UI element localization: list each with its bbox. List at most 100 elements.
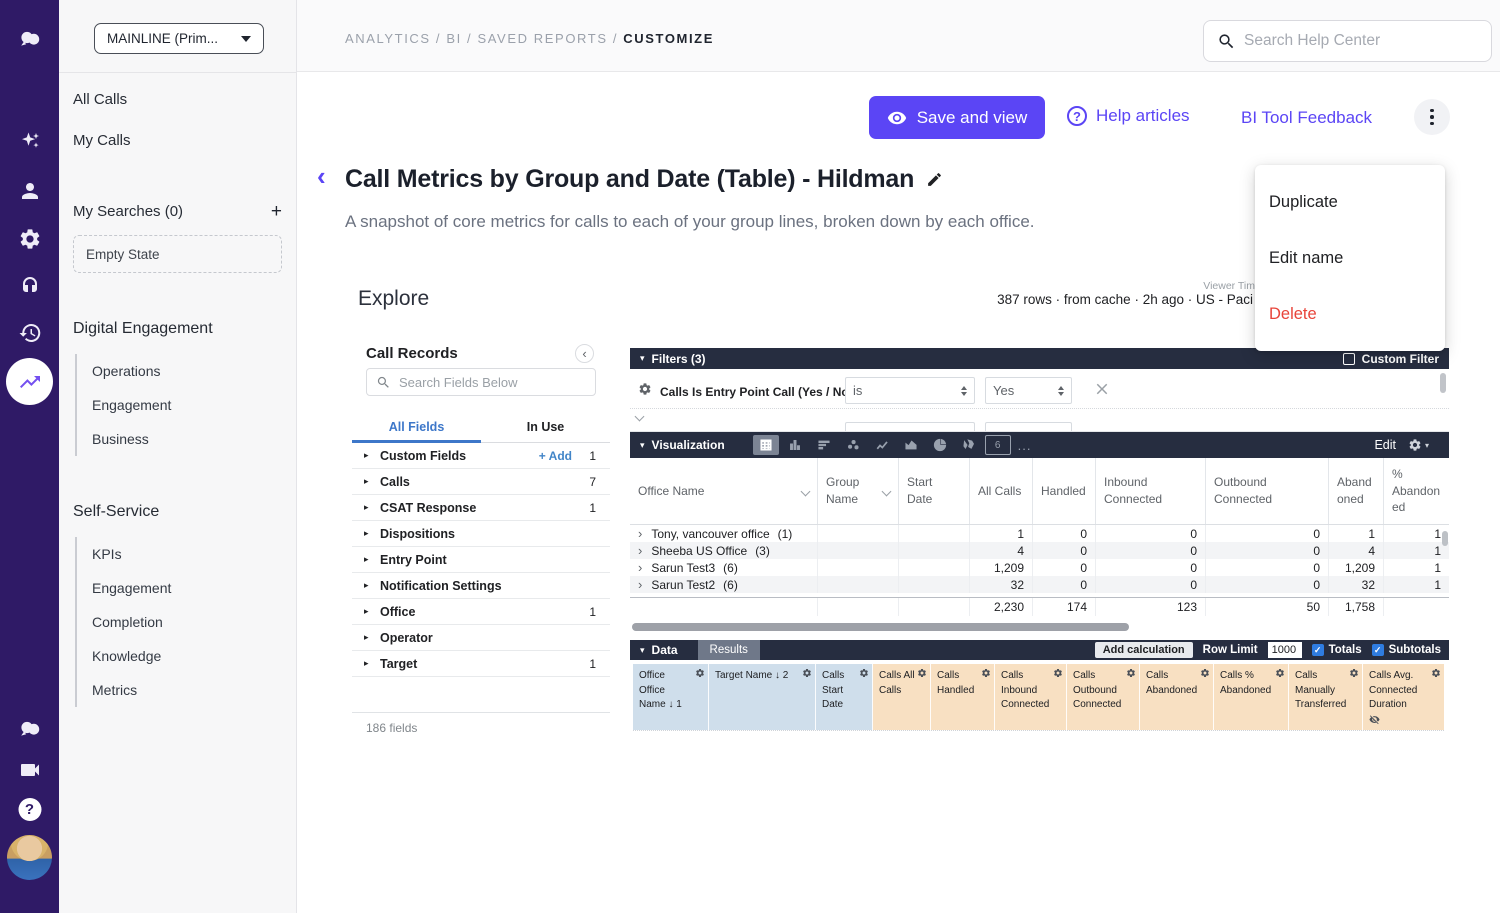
data-col-all-calls[interactable]: Calls All Calls <box>873 664 931 730</box>
settings-gear-icon[interactable] <box>18 227 42 251</box>
viz-type-map-button[interactable] <box>956 435 982 455</box>
data-col-office-name[interactable]: Office Office Name ↓ 1 <box>633 664 709 730</box>
filters-bar[interactable]: ▾ Filters (3) Custom Filter <box>630 348 1449 369</box>
help-articles-link[interactable]: ? Help articles <box>1067 106 1190 126</box>
col-all-calls[interactable]: All Calls <box>970 458 1033 524</box>
table-vertical-scrollbar[interactable] <box>1442 531 1448 546</box>
table-row[interactable]: ›Sarun Test3(6) 1,209 0 0 0 1,209 1 <box>630 559 1449 576</box>
totals-toggle[interactable]: ✓ Totals <box>1312 644 1362 656</box>
row-expander-icon[interactable]: › <box>638 527 642 540</box>
viz-type-bar-button[interactable] <box>811 435 837 455</box>
back-chevron-button[interactable]: ‹ <box>317 163 326 189</box>
expand-filter-chevron-icon[interactable] <box>635 412 645 422</box>
viz-type-single-value-button[interactable]: 6 <box>985 435 1011 455</box>
column-menu-icon[interactable] <box>882 486 892 496</box>
filter-value-select[interactable]: Yes <box>985 377 1072 404</box>
tab-all-fields[interactable]: All Fields <box>352 412 481 442</box>
breadcrumb-bi[interactable]: BI <box>446 31 461 46</box>
column-menu-icon[interactable] <box>801 486 811 496</box>
filters-scrollbar[interactable] <box>1440 373 1446 393</box>
custom-filter-checkbox[interactable] <box>1343 353 1355 365</box>
results-tab[interactable]: Results <box>698 640 760 660</box>
col-pct-abandoned[interactable]: % Abandoned <box>1384 458 1449 524</box>
table-row[interactable]: ›Tony, vancouver office(1) 1 0 0 0 1 1 <box>630 525 1449 542</box>
history-icon[interactable] <box>18 321 42 345</box>
expand-caret-icon[interactable]: ▸ <box>364 632 380 643</box>
gear-icon[interactable] <box>802 668 812 678</box>
more-options-button[interactable] <box>1414 99 1450 135</box>
field-group-custom-fields[interactable]: ▸ Custom Fields + Add 1 <box>352 443 610 469</box>
sidebar-item-kpis[interactable]: KPIs <box>77 537 171 571</box>
col-start-date[interactable]: Start Date <box>899 458 970 524</box>
data-col-avg-connected-duration[interactable]: Calls Avg. Connected Duration <box>1363 664 1444 730</box>
field-group-csat-response[interactable]: ▸ CSAT Response 1 <box>352 495 610 521</box>
breadcrumb-saved-reports[interactable]: SAVED REPORTS <box>477 31 607 46</box>
data-col-target-name[interactable]: Target Name ↓ 2 <box>709 664 816 730</box>
field-group-calls[interactable]: ▸ Calls 7 <box>352 469 610 495</box>
expand-caret-icon[interactable]: ▸ <box>364 450 380 461</box>
sidebar-item-all-calls[interactable]: All Calls <box>73 91 127 108</box>
gear-icon[interactable] <box>917 668 927 678</box>
viz-type-pie-button[interactable] <box>927 435 953 455</box>
analytics-nav-active[interactable] <box>6 358 53 405</box>
filter-gear-icon[interactable] <box>638 382 652 396</box>
data-col-inbound-connected[interactable]: Calls Inbound Connected <box>995 664 1067 730</box>
data-col-pct-abandoned[interactable]: Calls % Abandoned <box>1214 664 1289 730</box>
bi-tool-feedback-link[interactable]: BI Tool Feedback <box>1241 108 1372 128</box>
visualization-bar[interactable]: ▾ Visualization 6 ... Edit ▾ <box>630 432 1449 458</box>
row-expander-icon[interactable]: › <box>638 578 642 591</box>
viz-edit-button[interactable]: Edit <box>1374 438 1396 452</box>
add-custom-field-button[interactable]: + Add <box>539 449 572 463</box>
col-abandoned[interactable]: Abandoned <box>1329 458 1384 524</box>
expand-caret-icon[interactable]: ▸ <box>364 580 380 591</box>
subtotals-toggle[interactable]: ✓ Subtotals <box>1372 644 1441 656</box>
row-expander-icon[interactable]: › <box>638 544 642 557</box>
sidebar-item-metrics[interactable]: Metrics <box>77 673 171 707</box>
menu-item-edit-name[interactable]: Edit name <box>1255 230 1445 286</box>
sidebar-item-ss-engagement[interactable]: Engagement <box>77 571 171 605</box>
expand-caret-icon[interactable]: ▸ <box>364 554 380 565</box>
row-limit-input[interactable] <box>1268 642 1302 658</box>
field-group-entry-point[interactable]: ▸ Entry Point <box>352 547 610 573</box>
menu-item-duplicate[interactable]: Duplicate <box>1255 174 1445 230</box>
office-selector-dropdown[interactable]: MAINLINE (Prim... <box>94 23 264 54</box>
field-group-notification-settings[interactable]: ▸ Notification Settings <box>352 573 610 599</box>
viz-more-types-button[interactable]: ... <box>1018 438 1032 453</box>
add-calculation-button[interactable]: Add calculation <box>1095 642 1193 658</box>
gear-icon[interactable] <box>981 668 991 678</box>
col-inbound-connected[interactable]: Inbound Connected <box>1096 458 1206 524</box>
gear-icon[interactable] <box>1126 668 1136 678</box>
contacts-icon[interactable] <box>18 179 42 203</box>
help-center-search-input[interactable] <box>1244 21 1484 61</box>
expand-caret-icon[interactable]: ▸ <box>364 528 380 539</box>
gear-icon[interactable] <box>1275 668 1285 678</box>
fields-search-input[interactable] <box>399 369 589 395</box>
viz-type-column-button[interactable] <box>782 435 808 455</box>
save-and-view-button[interactable]: Save and view <box>869 96 1045 139</box>
sidebar-item-operations[interactable]: Operations <box>77 354 171 388</box>
gear-icon[interactable] <box>695 668 705 678</box>
menu-item-delete[interactable]: Delete <box>1255 286 1445 342</box>
data-col-outbound-connected[interactable]: Calls Outbound Connected <box>1067 664 1140 730</box>
data-col-abandoned[interactable]: Calls Abandoned <box>1140 664 1214 730</box>
viz-type-table-button[interactable] <box>753 435 779 455</box>
filter-operator-select[interactable]: is <box>845 377 975 404</box>
col-outbound-connected[interactable]: Outbound Connected <box>1206 458 1329 524</box>
sidebar-item-my-calls[interactable]: My Calls <box>73 132 131 149</box>
breadcrumb-analytics[interactable]: ANALYTICS <box>345 31 431 46</box>
add-search-button[interactable]: + <box>271 202 282 221</box>
viz-type-area-button[interactable] <box>898 435 924 455</box>
data-col-manually-transferred[interactable]: Calls Manually Transferred <box>1289 664 1363 730</box>
field-group-target[interactable]: ▸ Target 1 <box>352 651 610 677</box>
gear-icon[interactable] <box>1200 668 1210 678</box>
tab-in-use[interactable]: In Use <box>481 412 610 442</box>
field-group-dispositions[interactable]: ▸ Dispositions <box>352 521 610 547</box>
gear-icon[interactable] <box>859 668 869 678</box>
subtotals-checkbox[interactable]: ✓ <box>1372 644 1384 656</box>
custom-filter-toggle[interactable]: Custom Filter <box>1343 352 1439 366</box>
data-bar[interactable]: ▾ Data Results Add calculation Row Limit… <box>630 640 1449 660</box>
viz-type-scatter-button[interactable] <box>840 435 866 455</box>
col-group-name[interactable]: Group Name <box>818 458 899 524</box>
col-office-name[interactable]: Office Name <box>630 458 818 524</box>
sidebar-item-engagement[interactable]: Engagement <box>77 388 171 422</box>
